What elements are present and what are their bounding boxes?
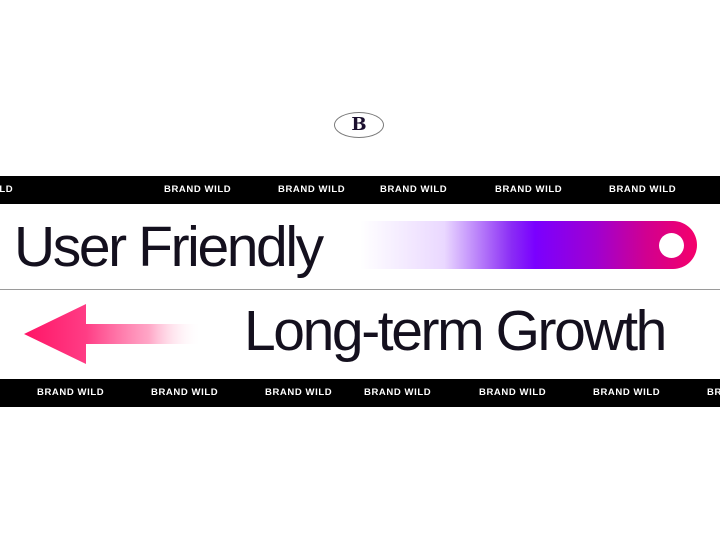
marquee-band-top: BRAND WILD BRAND WILD BRAND WILD BRAND W… — [0, 176, 720, 204]
band-item: BRAND WILD — [609, 184, 677, 195]
headline-long-term-growth: Long-term Growth — [244, 299, 667, 363]
band-item: BRAND WILD — [593, 387, 661, 398]
left-arrow-icon — [24, 304, 202, 364]
gradient-toggle-pill — [360, 221, 697, 269]
logo-letter: B — [351, 114, 367, 135]
band-item: BRAND WILD — [37, 387, 105, 398]
band-item: BRAND WILD — [164, 184, 232, 195]
band-item: BRAND WILD — [265, 387, 333, 398]
band-item: BRAND WILD — [479, 387, 547, 398]
band-item: BRAND WILD — [380, 184, 448, 195]
band-item: BRAND WILD — [0, 184, 14, 195]
band-item: BRAND WILD — [495, 184, 563, 195]
band-item: BRAND WILD — [364, 387, 432, 398]
marquee-band-bottom: BRAND WILD BRAND WILD BRAND WILD BRAND W… — [0, 379, 720, 407]
divider — [0, 289, 720, 290]
toggle-knob — [659, 233, 684, 258]
brand-logo: B — [334, 112, 384, 138]
headline-user-friendly: User Friendly — [14, 215, 324, 279]
band-item: BRAND WILD — [151, 387, 219, 398]
band-item: BRAND WILD — [278, 184, 346, 195]
band-item: BRAND WILD — [707, 387, 720, 398]
